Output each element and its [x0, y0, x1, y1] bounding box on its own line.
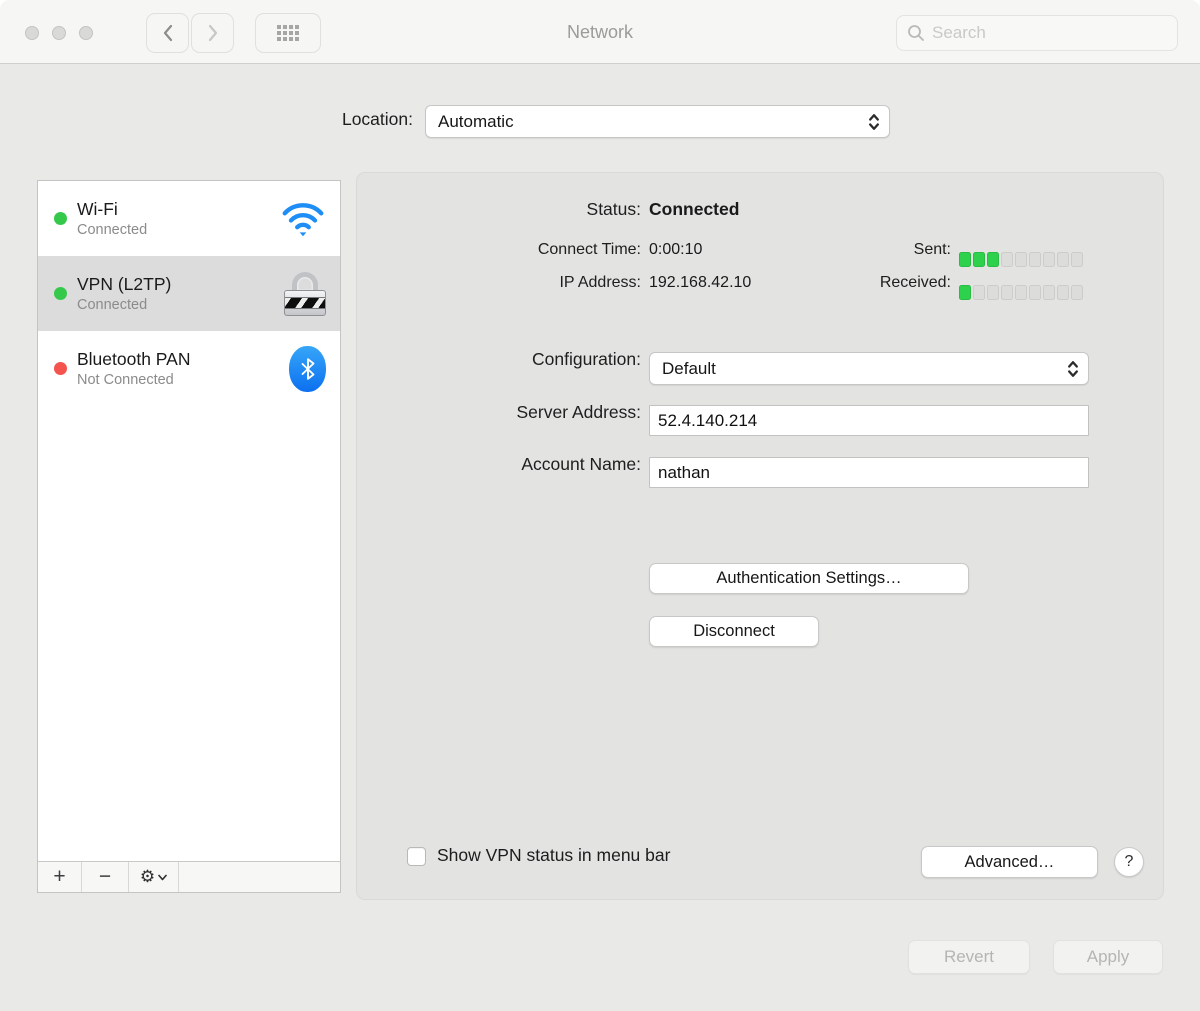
network-preferences-window: Network Location: Automatic Wi-Fi Connec…	[0, 0, 1200, 1011]
location-select[interactable]: Automatic	[425, 105, 890, 138]
sent-gauge	[959, 252, 1083, 267]
location-row: Location: Automatic	[0, 105, 1200, 139]
gauge-segment	[959, 252, 971, 267]
gauge-segment	[1001, 252, 1013, 267]
chevron-up-down-icon	[1066, 359, 1080, 379]
gauge-segment	[987, 285, 999, 300]
help-button[interactable]: ?	[1114, 847, 1144, 877]
chevron-down-icon	[158, 874, 167, 881]
account-name-field[interactable]	[649, 457, 1089, 488]
sidebar-item-bluetooth-pan[interactable]: Bluetooth PAN Not Connected	[38, 331, 340, 406]
sent-label: Sent:	[797, 241, 951, 259]
chevron-up-down-icon	[867, 112, 881, 132]
bluetooth-icon	[289, 346, 326, 392]
search-icon	[907, 24, 925, 42]
wifi-icon	[280, 200, 326, 238]
location-label: Location:	[342, 109, 413, 130]
gauge-segment	[987, 252, 999, 267]
connect-time-label: Connect Time:	[357, 241, 641, 259]
configuration-label: Configuration:	[357, 349, 641, 370]
received-gauge	[959, 285, 1083, 300]
gauge-segment	[1015, 252, 1027, 267]
configuration-value: Default	[662, 359, 1066, 379]
status-dot-connected	[54, 287, 67, 300]
gauge-segment	[1043, 285, 1055, 300]
service-status: Connected	[77, 222, 280, 238]
add-service-button[interactable]: +	[38, 862, 82, 892]
gauge-segment	[1043, 252, 1055, 267]
gauge-segment	[959, 285, 971, 300]
status-dot-disconnected	[54, 362, 67, 375]
ip-address-label: IP Address:	[357, 274, 641, 292]
gauge-segment	[973, 252, 985, 267]
sidebar-item-wifi[interactable]: Wi-Fi Connected	[38, 181, 340, 256]
advanced-button[interactable]: Advanced…	[921, 846, 1098, 878]
server-address-label: Server Address:	[357, 402, 641, 423]
configuration-select[interactable]: Default	[649, 352, 1089, 385]
vpn-detail-panel: Status: Connected Connect Time: 0:00:10 …	[356, 172, 1164, 900]
gauge-segment	[1057, 252, 1069, 267]
apply-button[interactable]: Apply	[1053, 940, 1163, 974]
authentication-settings-button[interactable]: Authentication Settings…	[649, 563, 969, 594]
titlebar: Network	[0, 0, 1200, 64]
received-label: Received:	[797, 274, 951, 292]
ip-address-value: 192.168.42.10	[649, 274, 751, 292]
service-name: Bluetooth PAN	[77, 349, 289, 370]
server-address-field[interactable]	[649, 405, 1089, 436]
action-menu-button[interactable]: ⚙	[129, 862, 179, 892]
search-input[interactable]	[932, 23, 1167, 43]
connect-time-value: 0:00:10	[649, 241, 702, 259]
gauge-segment	[1029, 252, 1041, 267]
account-name-label: Account Name:	[357, 454, 641, 475]
status-dot-connected	[54, 212, 67, 225]
gauge-segment	[1057, 285, 1069, 300]
service-list-sidebar: Wi-Fi Connected VPN (L2TP) Connected	[37, 180, 341, 893]
gauge-segment	[1015, 285, 1027, 300]
service-name: Wi-Fi	[77, 199, 280, 220]
status-label: Status:	[357, 199, 641, 220]
disconnect-button[interactable]: Disconnect	[649, 616, 819, 647]
service-status: Connected	[77, 297, 284, 313]
gauge-segment	[1001, 285, 1013, 300]
gauge-segment	[1029, 285, 1041, 300]
location-value: Automatic	[438, 112, 867, 132]
gauge-segment	[973, 285, 985, 300]
gear-icon: ⚙	[140, 869, 155, 886]
remove-service-button[interactable]: −	[82, 862, 129, 892]
service-name: VPN (L2TP)	[77, 274, 284, 295]
gauge-segment	[1071, 285, 1083, 300]
revert-button[interactable]: Revert	[908, 940, 1030, 974]
status-value: Connected	[649, 199, 739, 220]
sidebar-toolbar: + − ⚙	[38, 861, 340, 892]
vpn-lock-icon	[284, 272, 326, 316]
show-vpn-status-label: Show VPN status in menu bar	[437, 845, 670, 866]
show-vpn-status-checkbox[interactable]	[407, 847, 426, 866]
sidebar-item-vpn[interactable]: VPN (L2TP) Connected	[38, 256, 340, 331]
service-status: Not Connected	[77, 372, 289, 388]
search-field[interactable]	[896, 15, 1178, 51]
gauge-segment	[1071, 252, 1083, 267]
